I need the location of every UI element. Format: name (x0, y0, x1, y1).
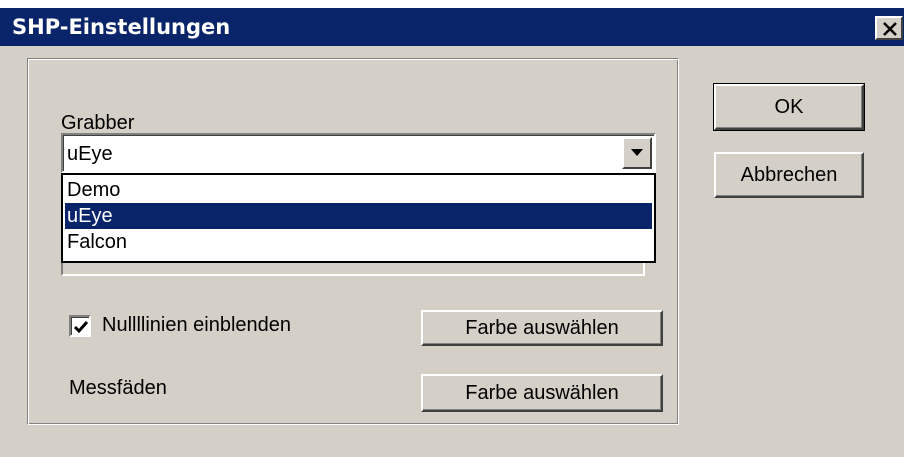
dropdown-option-demo[interactable]: Demo (65, 177, 652, 203)
window-title: SHP-Einstellungen (12, 15, 231, 39)
close-icon (883, 22, 897, 36)
grabber-dropdown-button[interactable] (622, 137, 652, 169)
ok-button[interactable]: OK (713, 83, 865, 131)
grabber-label: Grabber (61, 112, 135, 134)
null-lines-checkbox[interactable] (69, 315, 91, 337)
crosshair-color-button[interactable]: Farbe auswählen (421, 374, 663, 412)
grabber-select[interactable]: uEye (61, 133, 656, 173)
dropdown-option-falcon[interactable]: Falcon (65, 229, 652, 255)
chevron-down-icon (631, 149, 643, 156)
grabber-dropdown-list: Demo uEye Falcon (61, 173, 656, 263)
null-lines-color-button[interactable]: Farbe auswählen (421, 310, 663, 346)
grabber-select-value: uEye (67, 143, 113, 165)
cancel-button[interactable]: Abbrechen (714, 152, 864, 198)
dropdown-option-ueye[interactable]: uEye (65, 203, 652, 229)
crosshair-label: Messfäden (69, 377, 167, 399)
null-lines-label[interactable]: Nullllinien einblenden (102, 314, 291, 337)
checkmark-icon (73, 321, 89, 334)
title-bar[interactable]: SHP-Einstellungen (0, 8, 904, 46)
close-button[interactable] (875, 16, 903, 40)
